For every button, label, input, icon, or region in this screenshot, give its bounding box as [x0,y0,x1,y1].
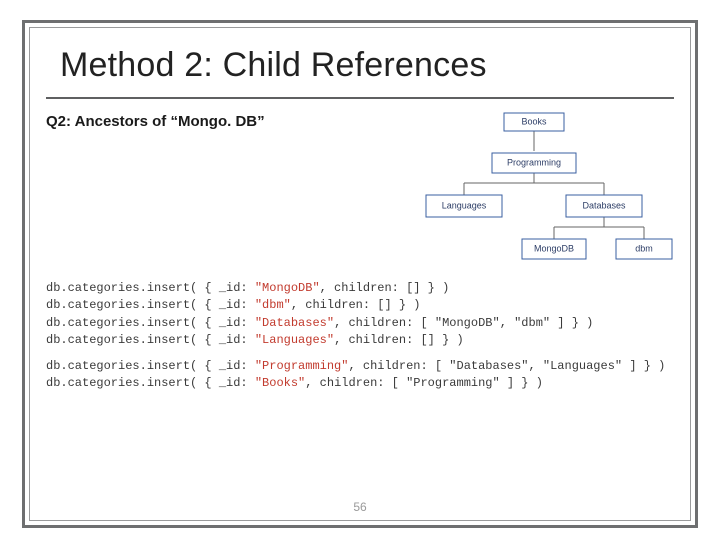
inner-frame: Method 2: Child References Q2: Ancestors… [29,27,691,521]
code-line: db.categories.insert( { _id: "Programmin… [46,358,674,375]
tree-label-languages: Languages [442,200,487,210]
left-column: Q2: Ancestors of “Mongo. DB” [46,109,394,138]
tree-label-dbm: dbm [635,243,653,253]
code-block: db.categories.insert( { _id: "MongoDB", … [46,280,674,392]
code-line: db.categories.insert( { _id: "Databases"… [46,315,674,332]
title-divider [46,97,674,99]
code-line: db.categories.insert( { _id: "Languages"… [46,332,674,349]
tree-svg: Books Programming Languages Databases Mo… [394,109,674,274]
tree-label-databases: Databases [582,200,626,210]
code-line: db.categories.insert( { _id: "Books", ch… [46,375,674,392]
code-line: db.categories.insert( { _id: "dbm", chil… [46,297,674,314]
slide-title: Method 2: Child References [60,46,674,85]
content-row: Q2: Ancestors of “Mongo. DB” [46,109,674,274]
slide: Method 2: Child References Q2: Ancestors… [0,0,720,540]
tree-label-books: Books [521,116,547,126]
code-gap [46,350,674,358]
subheading: Q2: Ancestors of “Mongo. DB” [46,113,394,130]
tree-label-mongodb: MongoDB [534,243,574,253]
tree-label-programming: Programming [507,157,561,167]
tree-diagram: Books Programming Languages Databases Mo… [394,109,674,274]
page-number: 56 [30,500,690,514]
code-line: db.categories.insert( { _id: "MongoDB", … [46,280,674,297]
outer-frame: Method 2: Child References Q2: Ancestors… [22,20,698,528]
